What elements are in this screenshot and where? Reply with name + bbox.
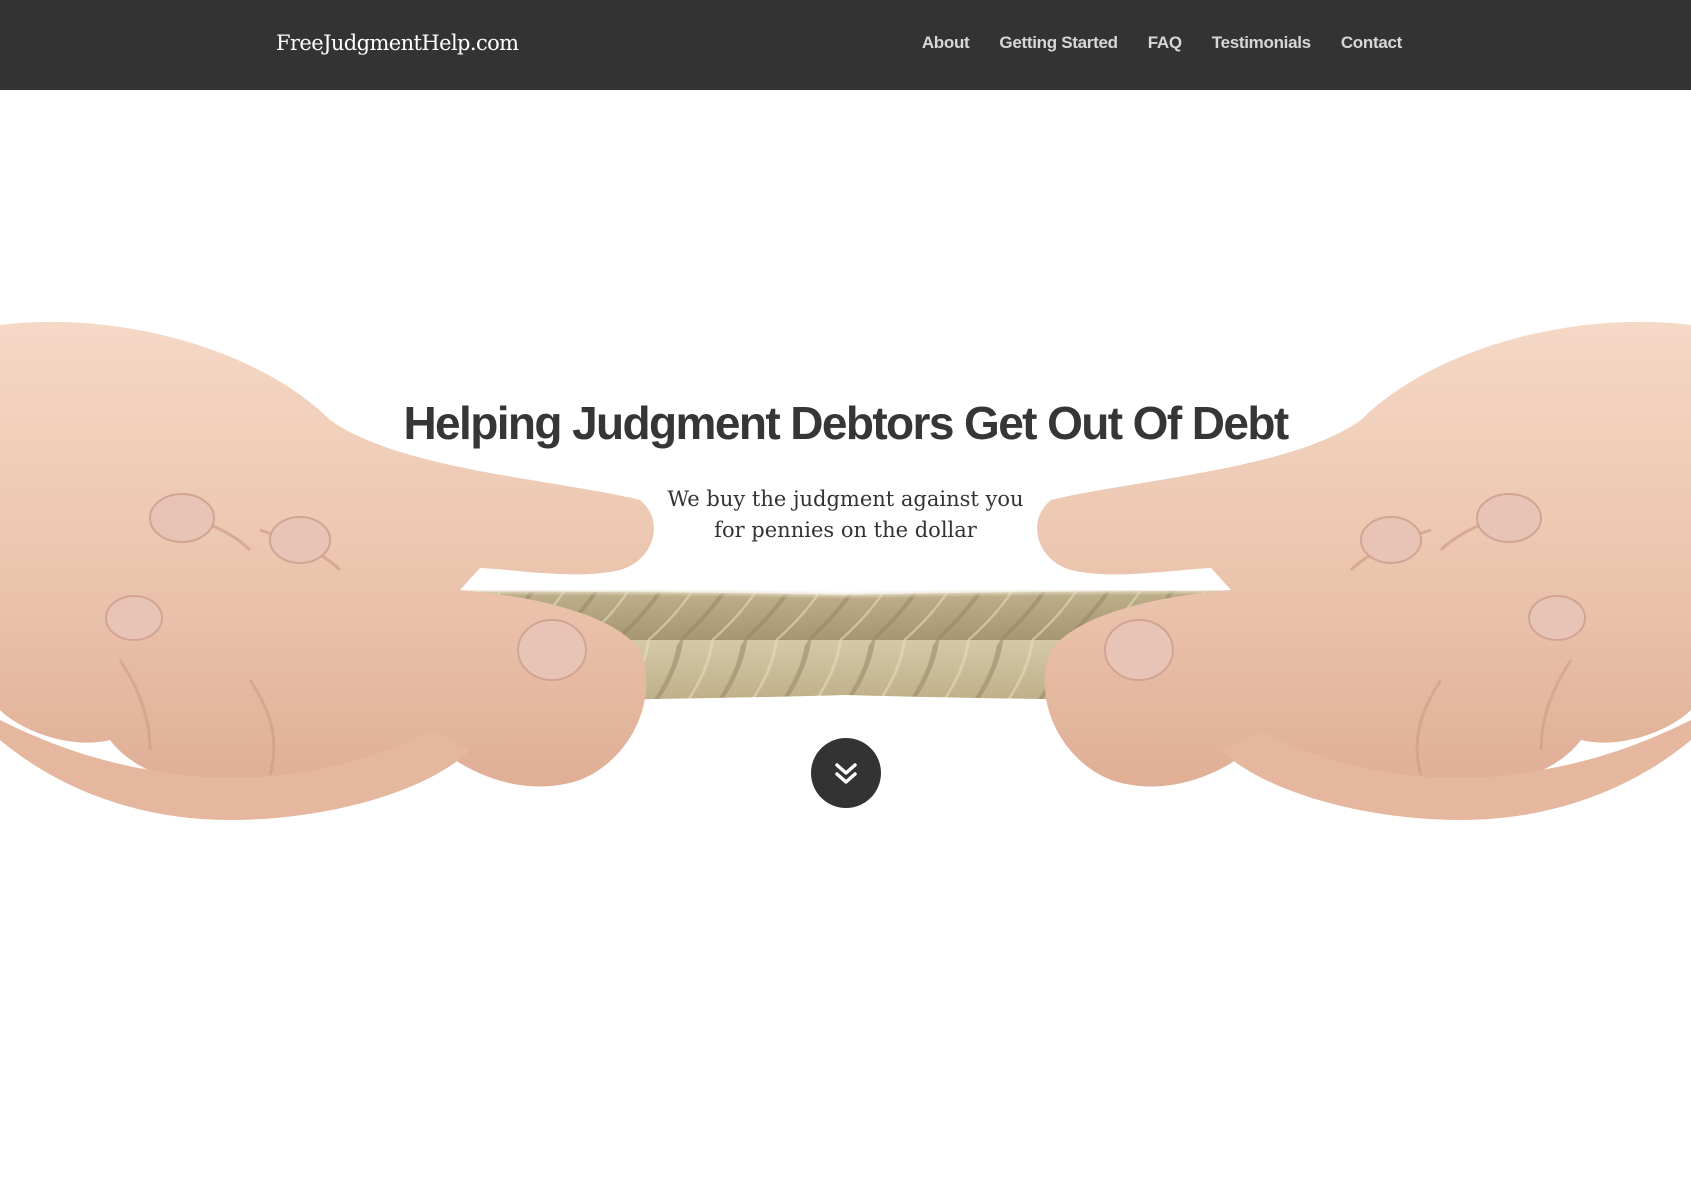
nav-item-about: About — [922, 33, 970, 53]
hero-subtitle-line-1: We buy the judgment against you — [667, 487, 1024, 511]
nav-item-testimonials: Testimonials — [1212, 33, 1311, 53]
nav-item-getting-started: Getting Started — [999, 33, 1118, 53]
nav-link-contact[interactable]: Contact — [1341, 33, 1402, 52]
hero-section: Helping Judgment Debtors Get Out Of Debt… — [0, 90, 1691, 1193]
nav-item-contact: Contact — [1341, 33, 1402, 53]
hero-title: Helping Judgment Debtors Get Out Of Debt — [403, 397, 1289, 449]
nav-link-about[interactable]: About — [922, 33, 970, 52]
nav-link-testimonials[interactable]: Testimonials — [1212, 33, 1311, 52]
hero-subtitle: We buy the judgment against you for penn… — [0, 484, 1691, 546]
double-chevron-down-icon — [835, 763, 857, 784]
site-brand-link[interactable]: FreeJudgmentHelp.com — [276, 31, 519, 55]
top-navbar: FreeJudgmentHelp.com About Getting Start… — [0, 0, 1691, 90]
hands-pulling-rope-image — [0, 321, 1691, 820]
nav-link-faq[interactable]: FAQ — [1148, 33, 1182, 52]
scroll-down-button[interactable] — [811, 738, 881, 808]
nav-link-getting-started[interactable]: Getting Started — [999, 33, 1118, 52]
nav-item-faq: FAQ — [1148, 33, 1182, 53]
hero-subtitle-line-2: for pennies on the dollar — [714, 518, 977, 542]
main-nav: About Getting Started FAQ Testimonials C… — [922, 33, 1402, 53]
